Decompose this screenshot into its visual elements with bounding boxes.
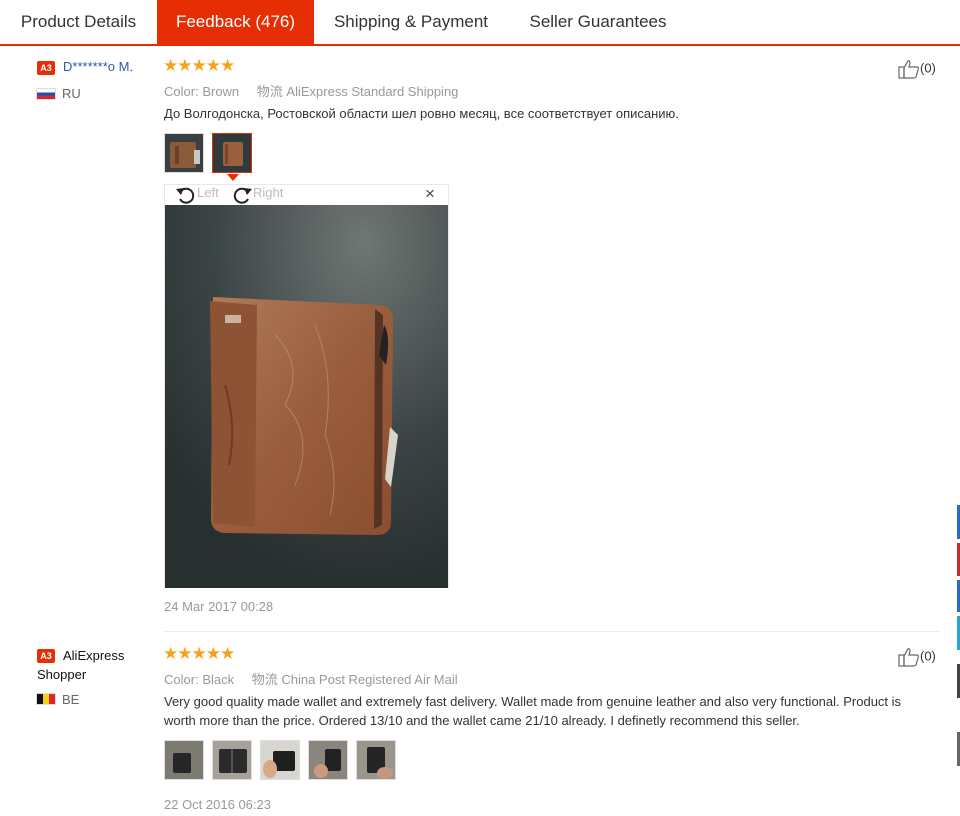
thumbnail-pointer-icon [227, 174, 239, 181]
wallet-thumbnail-image [213, 741, 251, 779]
rating-stars: ★★★★★ [163, 644, 235, 663]
feedback-tabs: Product Details Feedback (476) Shipping … [0, 0, 960, 46]
buyer-country: BE [62, 692, 80, 707]
buyer-level-badge: A3 [37, 61, 55, 75]
enlarged-photo [165, 205, 448, 588]
helpful-button[interactable]: (0) [898, 59, 936, 79]
wallet-thumbnail-image [357, 741, 395, 779]
wallet-thumbnail-image [261, 741, 299, 779]
wallet-thumbnail-image [309, 741, 347, 779]
feedback-divider [164, 631, 940, 632]
wallet-photo-image [165, 205, 448, 588]
tab-product-details[interactable]: Product Details [0, 0, 157, 44]
buyer-country: RU [62, 86, 81, 101]
photo-thumbnail-selected[interactable] [212, 133, 252, 173]
thumbs-up-icon [898, 60, 919, 79]
feedback-date: 22 Oct 2016 06:23 [164, 797, 271, 812]
order-info: Color: Black 物流 China Post Registered Ai… [164, 669, 458, 688]
shipping-method: 物流 China Post Registered Air Mail [251, 672, 458, 687]
rotate-right-icon [233, 187, 252, 204]
thumbs-up-icon [898, 648, 919, 667]
wallet-thumbnail-image [213, 134, 251, 172]
rotate-left-icon [176, 187, 195, 204]
rotate-left-label: Left [197, 185, 219, 200]
tab-shipping-payment[interactable]: Shipping & Payment [314, 0, 508, 44]
photo-thumbnail[interactable] [260, 740, 300, 780]
feedback-text: Very good quality made wallet and extrem… [164, 694, 902, 728]
feedback-text: До Волгодонска, Ростовской области шел р… [164, 106, 679, 121]
color-label: Color: [164, 672, 199, 687]
color-value: Black [202, 672, 235, 687]
helpful-count: (0) [920, 648, 936, 664]
feedback-date: 24 Mar 2017 00:28 [164, 599, 274, 614]
rotate-right-button[interactable]: Right [231, 185, 283, 205]
rotate-left-button[interactable]: Left [175, 185, 219, 205]
color-value: Brown [202, 84, 240, 99]
photo-thumbnail[interactable] [356, 740, 396, 780]
photo-viewer: Left Right × [164, 184, 449, 588]
shipping-method: 物流 AliExpress Standard Shipping [256, 84, 459, 99]
photo-thumbnail[interactable] [308, 740, 348, 780]
tab-seller-guarantees[interactable]: Seller Guarantees [508, 0, 688, 44]
wallet-thumbnail-image [165, 134, 203, 172]
photo-thumbnail[interactable] [164, 133, 204, 173]
photo-thumbnail[interactable] [212, 740, 252, 780]
flag-ru-icon [36, 88, 56, 100]
buyer-name[interactable]: AliExpress Shopper [37, 646, 137, 684]
photo-thumbnail[interactable] [164, 740, 204, 780]
viewer-toolbar: Left Right × [165, 184, 448, 205]
flag-be-icon [36, 693, 56, 705]
rotate-right-label: Right [253, 185, 284, 200]
viewer-close-button[interactable]: × [425, 184, 435, 204]
wallet-thumbnail-image [165, 741, 203, 779]
order-info: Color: Brown 物流 AliExpress Standard Ship… [164, 81, 458, 100]
helpful-count: (0) [920, 60, 936, 76]
buyer-name[interactable]: D*******o M. [63, 59, 133, 74]
tab-feedback[interactable]: Feedback (476) [157, 0, 314, 44]
color-label: Color: [164, 84, 199, 99]
helpful-button[interactable]: (0) [898, 647, 936, 667]
rating-stars: ★★★★★ [163, 56, 235, 75]
